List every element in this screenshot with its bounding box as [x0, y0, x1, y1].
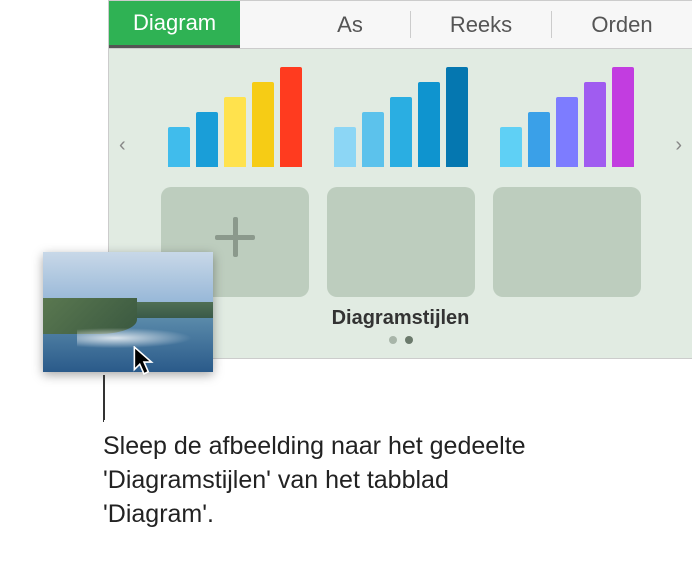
preview-bar	[556, 97, 578, 167]
preview-bar	[224, 97, 246, 167]
chevron-right-icon[interactable]: ›	[675, 134, 682, 157]
preview-bar	[390, 97, 412, 167]
page-dot[interactable]	[405, 336, 413, 344]
chart-style-slot-empty[interactable]	[493, 187, 641, 297]
chart-style-preset[interactable]	[327, 67, 475, 177]
preview-bar	[446, 67, 468, 167]
preview-bar	[584, 82, 606, 167]
instruction-caption: Sleep de afbeelding naar het gedeelte 'D…	[103, 430, 543, 531]
chart-style-preset[interactable]	[493, 67, 641, 177]
preview-bar	[362, 112, 384, 167]
plus-icon	[215, 217, 255, 257]
chevron-left-icon[interactable]: ‹	[119, 134, 126, 157]
preview-bar	[500, 127, 522, 167]
tab-as[interactable]: As	[290, 1, 410, 48]
tab-orden[interactable]: Orden	[552, 1, 692, 48]
callout-line	[103, 375, 105, 420]
preview-bar	[528, 112, 550, 167]
preview-bar	[334, 127, 356, 167]
preview-bar	[252, 82, 274, 167]
preview-bar	[612, 67, 634, 167]
preview-bar	[280, 67, 302, 167]
chart-style-slot-empty[interactable]	[327, 187, 475, 297]
chart-style-row	[161, 187, 641, 297]
callout-line	[103, 420, 104, 422]
page-dot[interactable]	[389, 336, 397, 344]
inspector-tabs: Diagram As Reeks Orden	[109, 1, 692, 49]
chart-style-row	[161, 67, 641, 177]
tab-reeks[interactable]: Reeks	[411, 1, 551, 48]
preview-bar	[168, 127, 190, 167]
chart-style-preset[interactable]	[161, 67, 309, 177]
tab-diagram[interactable]: Diagram	[109, 1, 240, 48]
preview-bar	[418, 82, 440, 167]
dragged-image-thumbnail[interactable]	[43, 252, 213, 372]
tab-spacer	[240, 1, 290, 48]
preview-bar	[196, 112, 218, 167]
